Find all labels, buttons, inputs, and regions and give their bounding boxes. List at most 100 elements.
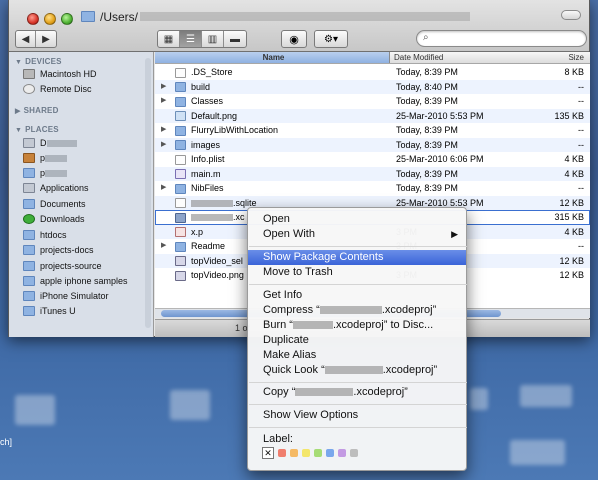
back-button[interactable]: ◀: [16, 31, 36, 47]
desktop-item[interactable]: [15, 395, 55, 425]
label-color-swatch[interactable]: [338, 449, 346, 457]
list-header: Name Date Modified Size: [155, 52, 590, 64]
table-row[interactable]: ▶ build Today, 8:40 PM --: [155, 79, 590, 95]
sidebar-item-desktop[interactable]: D: [23, 136, 77, 150]
disclosure-triangle-icon[interactable]: ▶: [161, 138, 166, 153]
menu-item-show-view-options[interactable]: Show View Options: [248, 408, 466, 423]
table-row[interactable]: .DS_Store Today, 8:39 PM 8 KB: [155, 65, 590, 80]
menu-item-burn[interactable]: Burn “.xcodeproj” to Disc...: [248, 318, 466, 333]
column-view-button[interactable]: ▥: [202, 31, 224, 47]
table-row[interactable]: ▶ Classes Today, 8:39 PM --: [155, 94, 590, 109]
label-color-swatch[interactable]: [302, 449, 310, 457]
disclosure-triangle-icon[interactable]: ▶: [161, 123, 166, 138]
menu-item-quick-look[interactable]: Quick Look “.xcodeproj”: [248, 363, 466, 378]
quick-look-button[interactable]: ◉: [281, 30, 307, 48]
sidebar-item-apple-iphone-samples[interactable]: apple iphone samples: [23, 274, 128, 288]
disclosure-triangle-icon[interactable]: ▶: [161, 181, 166, 196]
sidebar-item-itunes-u[interactable]: iTunes U: [23, 304, 76, 318]
no-label-button[interactable]: ✕: [262, 447, 274, 459]
table-row[interactable]: Info.plist 25-Mar-2010 6:06 PM 4 KB: [155, 152, 590, 167]
table-row[interactable]: ▶ images Today, 8:39 PM --: [155, 137, 590, 153]
icon-view-button[interactable]: ▦: [158, 31, 180, 47]
sidebar-heading-devices[interactable]: ▼ DEVICES: [15, 57, 62, 66]
redaction: [46, 139, 77, 147]
sidebar-item-macintosh-hd[interactable]: Macintosh HD: [23, 67, 97, 81]
file-size: 4 KB: [564, 226, 584, 237]
file-date: Today, 8:39 PM: [396, 96, 458, 106]
hard-drive-icon: [23, 69, 35, 79]
menu-item-get-info[interactable]: Get Info: [248, 288, 466, 303]
search-field[interactable]: ⌕: [416, 30, 587, 47]
nav-buttons: ◀ ▶: [15, 30, 57, 48]
sidebar-item-home[interactable]: p: [23, 151, 68, 165]
movie-icon: [175, 256, 186, 266]
sidebar-item-iphone-simulator[interactable]: iPhone Simulator: [23, 289, 109, 303]
desktop-item[interactable]: [470, 388, 488, 410]
desktop-item[interactable]: [510, 440, 565, 465]
folder-icon: [175, 82, 186, 92]
sidebar-item-projects-source[interactable]: projects-source: [23, 259, 102, 273]
menu-item-open[interactable]: Open: [248, 212, 466, 227]
menu-item-compress[interactable]: Compress “.xcodeproj”: [248, 303, 466, 318]
icon-view-icon: ▦: [163, 33, 174, 45]
folder-icon: [175, 96, 186, 107]
label-color-swatch[interactable]: [314, 449, 322, 457]
document-icon: [175, 67, 186, 78]
sidebar-item-p-folder[interactable]: p: [23, 166, 68, 180]
folder-icon: [175, 125, 186, 136]
label-color-swatch[interactable]: [326, 449, 334, 457]
sidebar-item-documents[interactable]: Documents: [23, 197, 86, 211]
action-button[interactable]: ⚙▾: [314, 30, 348, 48]
table-row[interactable]: ▶ NibFiles Today, 8:39 PM --: [155, 181, 590, 196]
table-row[interactable]: main.m Today, 8:39 PM 4 KB: [155, 166, 590, 181]
desktop-item[interactable]: [520, 385, 572, 407]
coverflow-view-button[interactable]: ▬: [224, 31, 246, 47]
disclosure-triangle-icon[interactable]: ▶: [161, 80, 166, 95]
forward-button[interactable]: ▶: [36, 31, 56, 47]
redaction: [191, 199, 233, 207]
folder-icon: [175, 140, 186, 150]
column-header-size[interactable]: Size: [568, 52, 584, 64]
forward-arrow-icon: ▶: [42, 33, 50, 45]
menu-item-make-alias[interactable]: Make Alias: [248, 348, 466, 363]
toolbar-toggle-button[interactable]: [561, 10, 581, 20]
desktop-item[interactable]: [170, 390, 210, 420]
table-row[interactable]: Default.png 25-Mar-2010 5:53 PM 135 KB: [155, 108, 590, 123]
home-icon: [23, 153, 35, 163]
label-color-swatch[interactable]: [290, 449, 298, 457]
label-color-swatch[interactable]: [350, 449, 358, 457]
sidebar-item-downloads[interactable]: Downloads: [23, 212, 85, 226]
label-color-swatch[interactable]: [278, 449, 286, 457]
menu-item-open-with[interactable]: Open With ▶: [248, 227, 466, 242]
file-name: main.m: [191, 168, 221, 179]
sidebar-item-projects-docs[interactable]: projects-docs: [23, 243, 94, 257]
disclosure-triangle-icon[interactable]: ▶: [161, 239, 166, 254]
folder-icon: [23, 168, 35, 178]
menu-item-duplicate[interactable]: Duplicate: [248, 333, 466, 348]
menu-item-show-package-contents[interactable]: Show Package Contents: [248, 250, 466, 265]
menu-item-move-to-trash[interactable]: Move to Trash: [248, 265, 466, 280]
file-name: FlurryLibWithLocation: [191, 125, 279, 135]
folder-icon: [23, 276, 35, 286]
context-menu: Open Open With ▶ Show Package Contents Mo…: [247, 207, 467, 471]
sidebar-item-remote-disc[interactable]: Remote Disc: [23, 82, 92, 96]
column-header-name[interactable]: Name: [155, 52, 390, 63]
sidebar-scrollbar[interactable]: [145, 58, 151, 328]
folder-icon: [81, 11, 95, 22]
search-input[interactable]: [437, 32, 577, 45]
menu-item-copy[interactable]: Copy “.xcodeproj”: [248, 385, 466, 400]
file-size: 12 KB: [559, 255, 584, 266]
list-view-button[interactable]: ☰: [180, 31, 202, 47]
disclosure-triangle-icon[interactable]: ▶: [161, 94, 166, 109]
close-button[interactable]: [27, 13, 39, 25]
file-size: --: [578, 139, 584, 150]
column-header-date[interactable]: Date Modified: [394, 52, 443, 64]
sidebar-item-applications[interactable]: Applications: [23, 181, 89, 195]
sidebar-heading-shared[interactable]: ▶ SHARED: [15, 106, 59, 115]
table-row[interactable]: ▶ FlurryLibWithLocation Today, 8:39 PM --: [155, 123, 590, 138]
minimize-button[interactable]: [44, 13, 56, 25]
zoom-button[interactable]: [61, 13, 73, 25]
sidebar-item-htdocs[interactable]: htdocs: [23, 228, 67, 242]
document-icon: [175, 198, 186, 208]
sidebar-heading-places[interactable]: ▼ PLACES: [15, 125, 59, 134]
